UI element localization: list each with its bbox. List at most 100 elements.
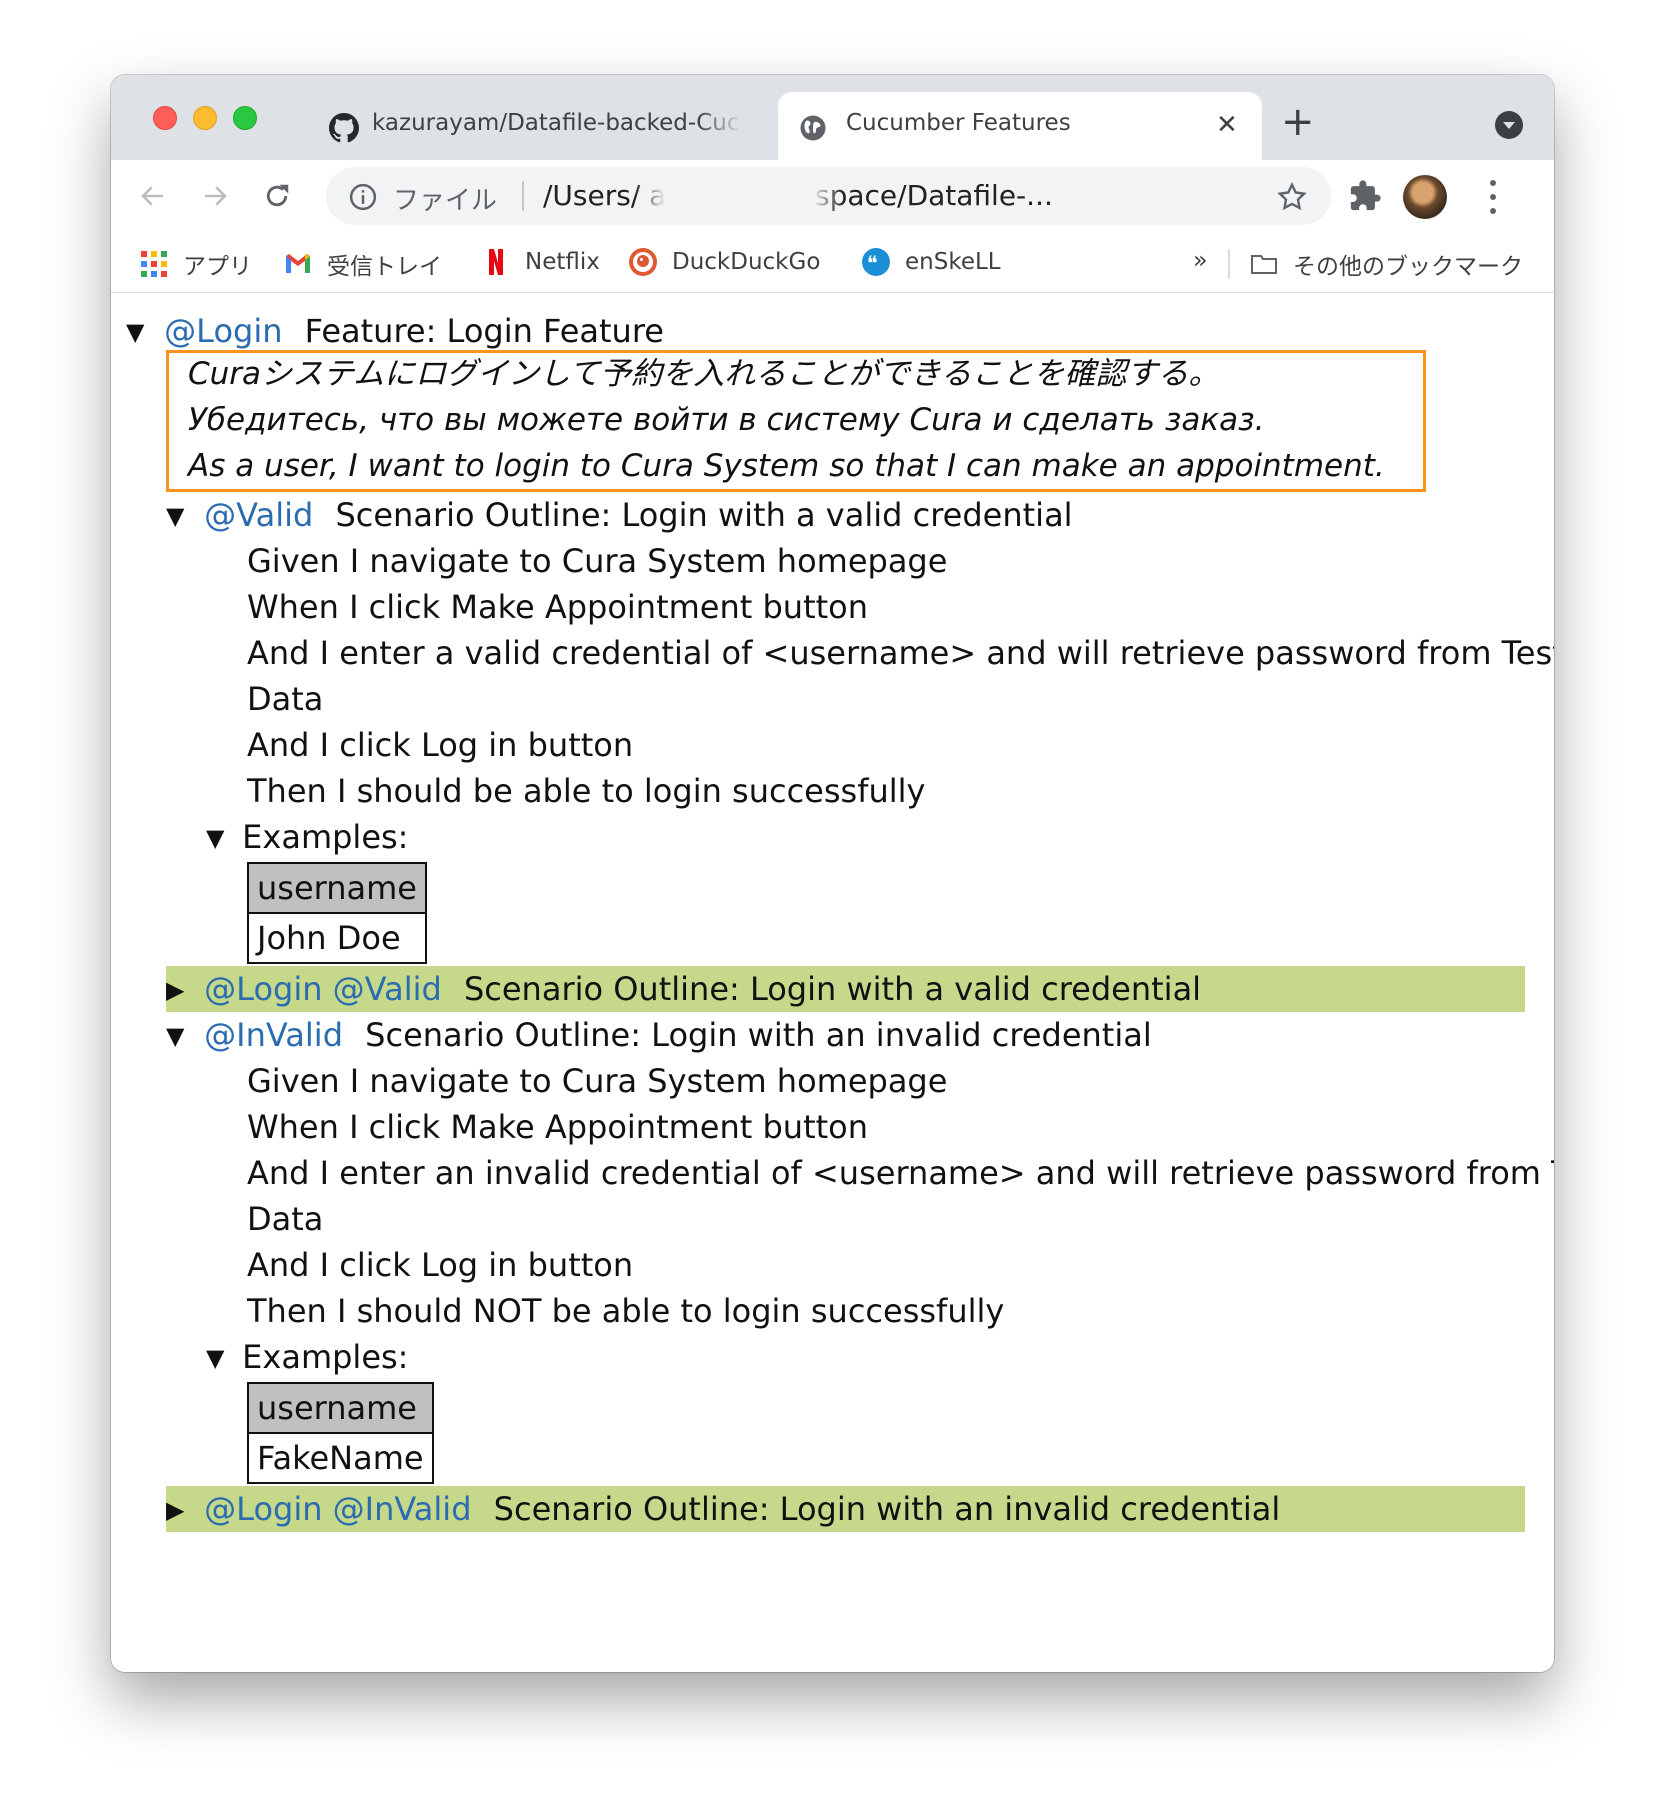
examples-label: Examples:: [242, 818, 409, 856]
scenario-step: And I enter a valid credential of <usern…: [247, 634, 1554, 672]
scenario-result-row[interactable]: ▶ @Login @InValid Scenario Outline: Logi…: [166, 1486, 1525, 1532]
reload-button[interactable]: [255, 174, 299, 218]
tab-strip: kazurayam/Datafile-backed-Cucumber ✕ Cuc…: [111, 75, 1554, 160]
feature-description: Curaシステムにログインして予約を入れることができることを確認する。 Убед…: [166, 350, 1426, 492]
bookmark-duckduckgo[interactable]: DuckDuckGo: [628, 247, 820, 277]
address-bar[interactable]: ファイル /Users/ atalon-workspace/Datafile-.…: [326, 167, 1331, 225]
scenario-header[interactable]: ▼ @Valid Scenario Outline: Login with a …: [166, 492, 1073, 538]
scenario-tag: @InValid: [204, 1016, 343, 1054]
bookmark-label: その他のブックマーク: [1293, 254, 1523, 280]
feature-tag: @Login: [164, 312, 283, 350]
apps-grid-icon: [141, 251, 167, 277]
url-separator: [522, 181, 524, 211]
tab-title: kazurayam/Datafile-backed-Cucumber: [372, 110, 742, 136]
collapse-triangle-icon[interactable]: ▼: [206, 815, 228, 861]
gmail-icon: [286, 254, 310, 273]
description-line-ru: Убедитесь, что вы можете войти в систему…: [188, 402, 1265, 438]
feature-header[interactable]: ▼ @Login Feature: Login Feature: [126, 308, 664, 354]
collapse-triangle-icon[interactable]: ▼: [126, 309, 148, 355]
info-icon[interactable]: [348, 182, 378, 212]
cucumber-report: ▼ @Login Feature: Login Feature Curaシステム…: [111, 294, 1554, 1672]
bookmark-apps[interactable]: アプリ: [139, 247, 252, 281]
bookmark-other-folder[interactable]: その他のブックマーク: [1249, 247, 1523, 281]
bookmark-gmail[interactable]: 受信トレイ: [283, 247, 442, 281]
bookmark-netflix[interactable]: Netflix: [481, 247, 600, 277]
netflix-icon: [489, 249, 503, 275]
bookmark-label: Netflix: [525, 249, 600, 275]
examples-column-header: username: [247, 1382, 434, 1434]
reload-icon: [266, 184, 289, 207]
duckduckgo-icon: [629, 248, 657, 276]
scenario-step: When I click Make Appointment button: [247, 588, 869, 626]
examples-cell: John Doe: [247, 912, 427, 964]
scenario-result-row[interactable]: ▶ @Login @Valid Scenario Outline: Login …: [166, 966, 1525, 1012]
arrow-right-icon: [205, 186, 227, 206]
description-line-en: As a user, I want to login to Cura Syste…: [188, 448, 1385, 484]
collapse-triangle-icon[interactable]: ▼: [206, 1335, 228, 1381]
more-menu-icon[interactable]: [1489, 180, 1497, 214]
tab-search-icon[interactable]: [1495, 111, 1523, 139]
browser-window: kazurayam/Datafile-backed-Cucumber ✕ Cuc…: [111, 75, 1554, 1672]
examples-cell: FakeName: [247, 1432, 434, 1484]
bookmarks-divider: [1228, 249, 1230, 279]
window-close-button[interactable]: [153, 106, 177, 130]
scenario-step: And I click Log in button: [247, 726, 634, 764]
tab-title: Cucumber Features: [846, 110, 1071, 136]
scenario-step: Data: [247, 1200, 324, 1238]
scenario-step: And I click Log in button: [247, 1246, 634, 1284]
result-title: Scenario Outline: Login with a valid cre…: [463, 970, 1202, 1008]
bookmarks-overflow-button[interactable]: »: [1193, 246, 1208, 274]
scenario-title: Scenario Outline: Login with a valid cre…: [335, 496, 1073, 534]
scenario-header[interactable]: ▼ @InValid Scenario Outline: Login with …: [166, 1012, 1152, 1058]
collapse-triangle-icon[interactable]: ▼: [166, 493, 188, 539]
bookmark-label: enSkeLL: [905, 249, 1001, 275]
scenario-step: And I enter an invalid credential of <us…: [247, 1154, 1554, 1192]
star-icon[interactable]: [1276, 181, 1308, 213]
enskell-icon: ❝: [862, 248, 890, 276]
expand-triangle-icon[interactable]: ▶: [166, 1487, 188, 1533]
window-minimize-button[interactable]: [193, 106, 217, 130]
description-line-ja: Curaシステムにログインして予約を入れることができることを確認する。: [188, 356, 1220, 392]
scenario-step: Given I navigate to Cura System homepage: [247, 542, 948, 580]
expand-triangle-icon[interactable]: ▶: [166, 967, 188, 1013]
examples-label: Examples:: [242, 1338, 409, 1376]
tab-cucumber-features[interactable]: Cucumber Features ✕: [778, 92, 1262, 160]
bookmark-enskell[interactable]: ❝ enSkeLL: [861, 247, 1001, 277]
scenario-title: Scenario Outline: Login with an invalid …: [365, 1016, 1152, 1054]
browser-toolbar: ファイル /Users/ atalon-workspace/Datafile-.…: [111, 160, 1554, 233]
examples-table: username John Doe: [247, 862, 427, 964]
new-tab-button[interactable]: +: [1281, 102, 1315, 142]
svg-text:❝: ❝: [867, 251, 878, 275]
collapse-triangle-icon[interactable]: ▼: [166, 1013, 188, 1059]
bookmark-label: 受信トレイ: [327, 254, 442, 280]
result-title: Scenario Outline: Login with an invalid …: [493, 1490, 1281, 1528]
profile-avatar[interactable]: [1403, 175, 1447, 219]
back-button[interactable]: [131, 174, 175, 218]
scenario-step: Data: [247, 680, 324, 718]
feature-title: Feature: Login Feature: [304, 312, 664, 350]
bookmarks-bar: アプリ 受信トレイ Netflix DuckDuckGo ❝ enSkeLL »…: [111, 233, 1554, 293]
puzzle-icon[interactable]: [1348, 179, 1382, 213]
examples-column-header: username: [247, 862, 427, 914]
examples-header[interactable]: ▼ Examples:: [206, 814, 408, 860]
github-icon: [329, 113, 359, 143]
scenario-step: Then I should NOT be able to login succe…: [247, 1292, 1005, 1330]
examples-table: username FakeName: [247, 1382, 434, 1484]
scenario-tag: @Valid: [204, 496, 314, 534]
tab-close-icon[interactable]: ✕: [1216, 110, 1238, 140]
arrow-left-icon: [141, 186, 163, 206]
url-redaction: [634, 183, 844, 211]
bookmark-label: アプリ: [183, 254, 252, 280]
folder-icon: [1251, 255, 1277, 274]
bookmark-label: DuckDuckGo: [672, 249, 821, 275]
result-tags: @Login @InValid: [204, 1490, 472, 1528]
forward-button[interactable]: [193, 174, 237, 218]
window-maximize-button[interactable]: [233, 106, 257, 130]
globe-icon: [800, 115, 826, 141]
examples-header[interactable]: ▼ Examples:: [206, 1334, 408, 1380]
scenario-step: Given I navigate to Cura System homepage: [247, 1062, 948, 1100]
scenario-step: Then I should be able to login successfu…: [247, 772, 926, 810]
result-tags: @Login @Valid: [204, 970, 442, 1008]
scenario-step: When I click Make Appointment button: [247, 1108, 869, 1146]
url-scheme-label: ファイル: [393, 186, 498, 216]
